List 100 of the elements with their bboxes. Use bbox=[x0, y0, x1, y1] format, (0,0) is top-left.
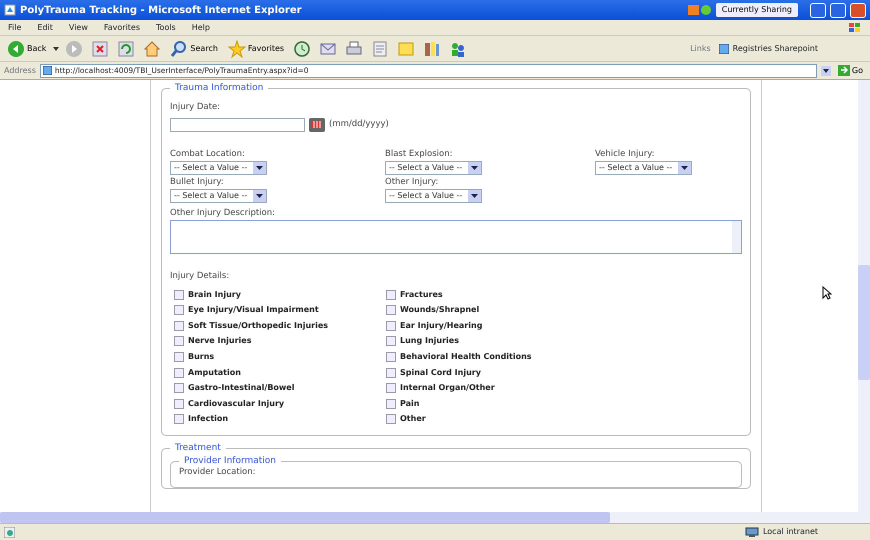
checkbox-label: Eye Injury/Visual Impairment bbox=[188, 304, 319, 316]
field-label: Bullet Injury: bbox=[170, 176, 225, 189]
checkbox[interactable] bbox=[386, 368, 396, 378]
document-icon[interactable] bbox=[371, 40, 390, 58]
select-dropdown[interactable]: -- Select a Value -- bbox=[170, 160, 268, 174]
scrollbar-thumb[interactable] bbox=[0, 512, 610, 523]
menu-item[interactable]: View bbox=[68, 22, 88, 34]
note-icon[interactable] bbox=[397, 40, 416, 58]
dropdown-caret-icon[interactable] bbox=[820, 66, 831, 76]
books-icon[interactable] bbox=[423, 40, 442, 58]
maximize-button[interactable] bbox=[830, 2, 846, 18]
textarea-scrollbar[interactable] bbox=[732, 221, 741, 253]
close-button[interactable] bbox=[850, 2, 866, 18]
ie-page-icon bbox=[4, 4, 16, 16]
field-label: Vehicle Injury: bbox=[595, 148, 656, 160]
vertical-scrollbar[interactable] bbox=[858, 80, 870, 512]
checkbox[interactable] bbox=[386, 336, 396, 346]
checkbox-label: Pain bbox=[400, 398, 420, 410]
clock-icon[interactable] bbox=[293, 40, 312, 58]
section-legend: Trauma Information bbox=[170, 84, 268, 93]
field-label: Injury Details: bbox=[170, 270, 230, 283]
checkbox-label: Nerve Injuries bbox=[188, 335, 252, 348]
checkbox[interactable] bbox=[174, 305, 184, 316]
horizontal-scrollbar[interactable] bbox=[0, 512, 870, 523]
checkbox[interactable] bbox=[386, 398, 396, 409]
checkbox-label: Burns bbox=[188, 350, 214, 363]
checkbox-label: Brain Injury bbox=[188, 288, 241, 301]
go-button[interactable]: Go bbox=[834, 64, 866, 76]
house-icon[interactable] bbox=[143, 40, 162, 58]
select-dropdown[interactable]: -- Select a Value -- bbox=[595, 160, 692, 174]
go-arrow-icon bbox=[838, 65, 850, 76]
checkbox-label: Fractures bbox=[400, 288, 443, 301]
checkbox-label: Other bbox=[400, 413, 426, 426]
checkbox[interactable] bbox=[386, 290, 396, 300]
field-label: Provider Location: bbox=[179, 466, 257, 479]
favorites-button[interactable]: Favorites bbox=[224, 40, 288, 58]
section-legend: Provider Information bbox=[179, 457, 282, 466]
security-zone: Local intranet bbox=[762, 526, 818, 538]
globe-page-icon bbox=[4, 526, 15, 538]
select-dropdown[interactable]: -- Select a Value -- bbox=[385, 188, 482, 203]
date-format-hint: (mm/dd/yyyy) bbox=[329, 118, 389, 132]
checkbox[interactable] bbox=[174, 352, 184, 362]
checkbox[interactable] bbox=[386, 383, 396, 394]
menu-item[interactable]: Edit bbox=[37, 22, 53, 34]
back-button[interactable]: Back bbox=[4, 40, 50, 58]
mouse-pointer-icon bbox=[822, 286, 832, 300]
checkbox[interactable] bbox=[174, 290, 184, 300]
checkbox[interactable] bbox=[174, 320, 184, 331]
checkbox[interactable] bbox=[174, 398, 184, 409]
checkbox[interactable] bbox=[386, 414, 396, 424]
sharing-status: Currently Sharing bbox=[716, 3, 798, 17]
field-label: Other Injury: bbox=[385, 176, 440, 189]
checkbox-label: Behavioral Health Conditions bbox=[400, 350, 532, 363]
select-dropdown[interactable]: -- Select a Value -- bbox=[385, 160, 482, 174]
checkbox-label: Internal Organ/Other bbox=[400, 382, 495, 394]
menu-item[interactable]: Favorites bbox=[104, 22, 140, 34]
checkbox[interactable] bbox=[174, 368, 184, 378]
minimize-button[interactable] bbox=[810, 2, 826, 18]
select-dropdown[interactable]: -- Select a Value -- bbox=[170, 188, 268, 203]
checkbox-label: Wounds/Shrapnel bbox=[400, 304, 480, 316]
menu-item[interactable]: Help bbox=[192, 22, 210, 34]
favorite-link[interactable]: Registries Sharepoint bbox=[718, 42, 818, 54]
search-button[interactable]: Search bbox=[167, 40, 221, 58]
checkbox-label: Amputation bbox=[188, 366, 241, 379]
stop-icon[interactable] bbox=[91, 40, 110, 58]
checkbox-label: Infection bbox=[188, 413, 228, 426]
checkbox[interactable] bbox=[174, 336, 184, 346]
checkbox-label: Soft Tissue/Orthopedic Injuries bbox=[188, 320, 328, 332]
section-legend: Treatment bbox=[170, 444, 226, 454]
printer-icon[interactable] bbox=[345, 40, 364, 58]
checkbox[interactable] bbox=[386, 320, 396, 331]
scrollbar-thumb[interactable] bbox=[858, 265, 870, 380]
menu-item[interactable]: File bbox=[8, 22, 22, 34]
window-title: PolyTrauma Tracking - Microsoft Internet Explorer bbox=[20, 4, 302, 18]
magnifier-icon bbox=[170, 40, 188, 58]
checkbox-label: Spinal Cord Injury bbox=[400, 366, 481, 379]
page-icon bbox=[42, 66, 52, 75]
checkbox-label: Gastro-Intestinal/Bowel bbox=[188, 382, 294, 394]
checkbox-label: Ear Injury/Hearing bbox=[400, 320, 482, 332]
menu-item[interactable]: Tools bbox=[156, 22, 176, 34]
checkbox[interactable] bbox=[174, 383, 184, 394]
address-label: Address bbox=[4, 64, 36, 76]
checkbox-label: Cardiovascular Injury bbox=[188, 398, 284, 410]
calendar-icon[interactable] bbox=[309, 118, 325, 132]
dropdown-caret-icon[interactable] bbox=[53, 46, 60, 50]
field-label: Injury Date: bbox=[170, 101, 222, 114]
checkbox[interactable] bbox=[386, 305, 396, 316]
field-label: Blast Explosion: bbox=[385, 148, 454, 160]
checkbox-label: Lung Injuries bbox=[400, 335, 459, 348]
description-textarea[interactable] bbox=[170, 220, 742, 254]
date-input[interactable] bbox=[170, 118, 305, 132]
windows-logo-icon bbox=[848, 22, 862, 34]
field-label: Other Injury Description: bbox=[170, 207, 276, 220]
field-label: Combat Location: bbox=[170, 148, 246, 160]
checkbox[interactable] bbox=[386, 352, 396, 362]
intranet-icon bbox=[744, 526, 759, 538]
refresh-icon[interactable] bbox=[117, 40, 136, 58]
page-icon bbox=[718, 44, 729, 54]
links-label: Links bbox=[690, 42, 711, 54]
checkbox[interactable] bbox=[174, 414, 184, 424]
